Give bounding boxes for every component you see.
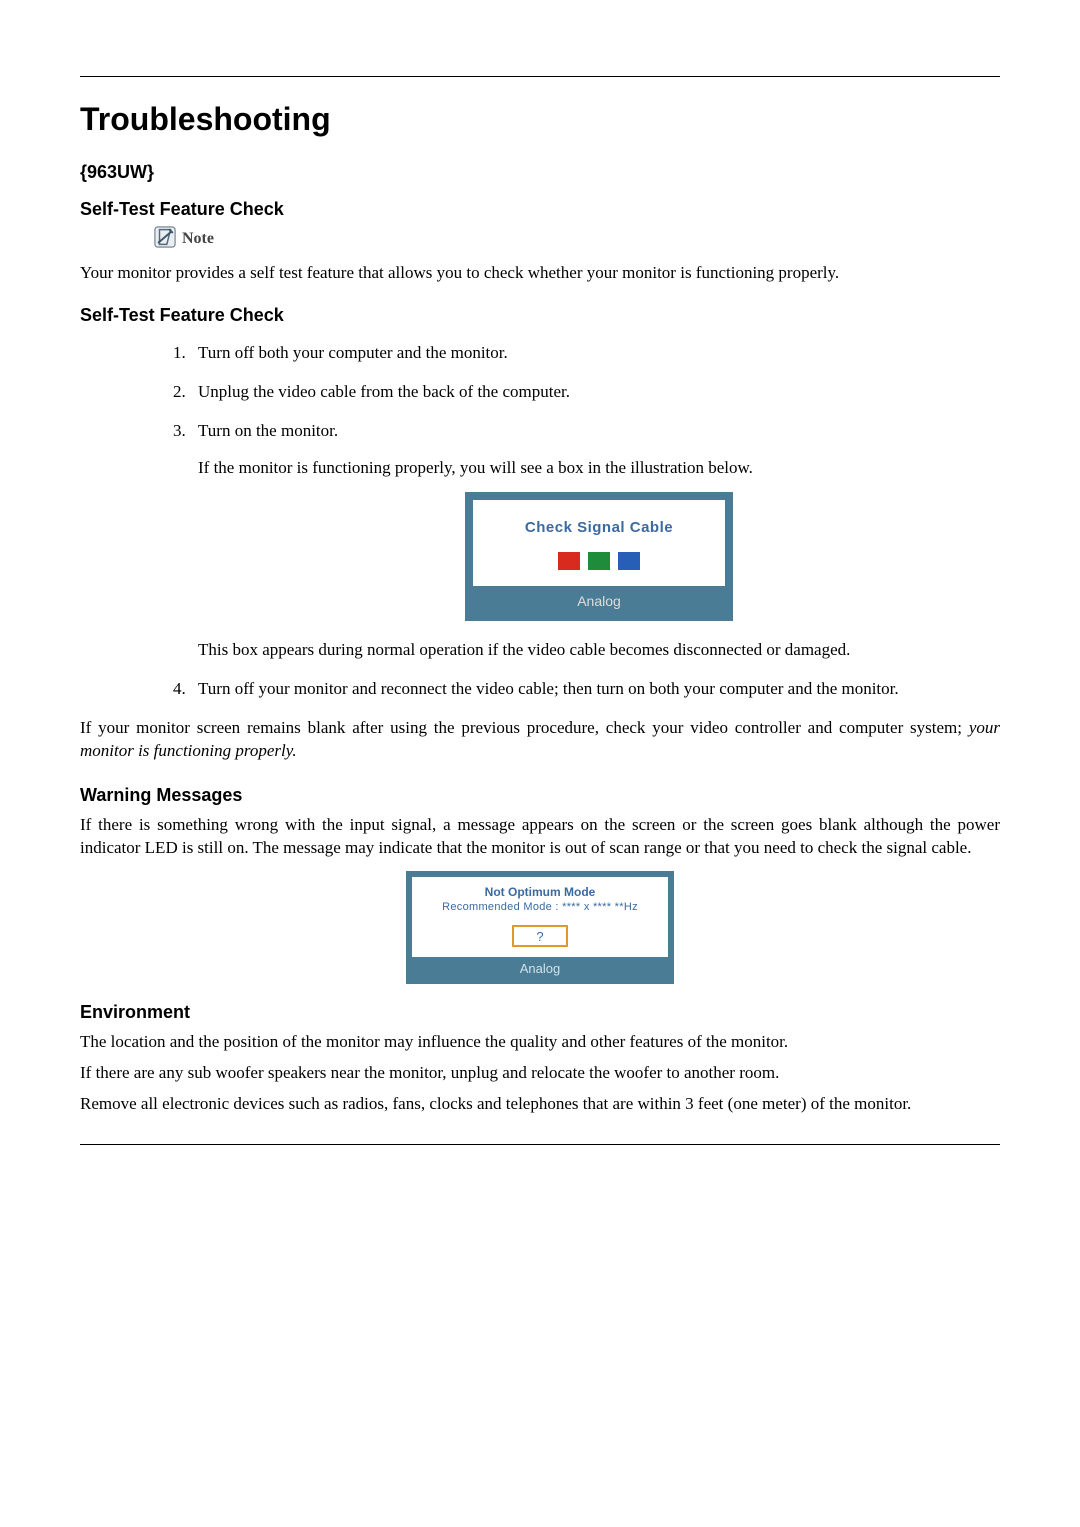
env-p1: The location and the position of the mon… <box>80 1031 1000 1054</box>
figure-not-optimum: Not Optimum Mode Recommended Mode : ****… <box>406 871 674 984</box>
note-label: Note <box>182 230 214 248</box>
osd2-panel: Not Optimum Mode Recommended Mode : ****… <box>412 877 668 957</box>
section-warning: Warning Messages <box>80 785 1000 806</box>
step-4: Turn off your monitor and reconnect the … <box>190 678 1000 701</box>
step-3-after: If the monitor is functioning properly, … <box>198 457 1000 480</box>
procedure-list: Turn off both your computer and the moni… <box>154 342 1000 701</box>
osd2-footer: Analog <box>412 957 668 978</box>
env-p2: If there are any sub woofer speakers nea… <box>80 1062 1000 1085</box>
step-1: Turn off both your computer and the moni… <box>190 342 1000 365</box>
note-body: Your monitor provides a self test featur… <box>80 262 1000 285</box>
step-3-after2: This box appears during normal operation… <box>198 639 1000 662</box>
after-steps-pre: If your monitor screen remains blank aft… <box>80 718 969 737</box>
top-rule <box>80 76 1000 77</box>
osd2-line2: Recommended Mode : **** x **** **Hz <box>418 901 662 913</box>
env-p3: Remove all electronic devices such as ra… <box>80 1093 1000 1116</box>
step-3-text: Turn on the monitor. <box>198 421 338 440</box>
page-title: Troubleshooting <box>80 101 1000 138</box>
page: Troubleshooting {963UW} Self-Test Featur… <box>0 0 1080 1225</box>
step-4-text: Turn off your monitor and reconnect the … <box>198 679 899 698</box>
figure-not-optimum-wrap: Not Optimum Mode Recommended Mode : ****… <box>80 871 1000 984</box>
osd1-panel: Check Signal Cable <box>473 500 725 586</box>
warning-body: If there is something wrong with the inp… <box>80 814 1000 860</box>
figure-check-signal-wrap: Check Signal Cable Analog <box>198 492 1000 621</box>
osd1-title: Check Signal Cable <box>479 518 719 538</box>
note-row: Note <box>154 226 1000 248</box>
swatch-green <box>588 552 610 570</box>
section-self-test-1: Self-Test Feature Check <box>80 199 1000 220</box>
figure-check-signal: Check Signal Cable Analog <box>465 492 733 621</box>
model-heading: {963UW} <box>80 162 1000 183</box>
step-1-text: Turn off both your computer and the moni… <box>198 343 508 362</box>
osd1-swatches <box>479 552 719 570</box>
step-3: Turn on the monitor. If the monitor is f… <box>190 420 1000 662</box>
note-icon <box>154 226 176 248</box>
section-self-test-2: Self-Test Feature Check <box>80 305 1000 326</box>
osd2-line1: Not Optimum Mode <box>418 885 662 899</box>
swatch-blue <box>618 552 640 570</box>
section-environment: Environment <box>80 1002 1000 1023</box>
osd1-footer: Analog <box>473 586 725 613</box>
step-2: Unplug the video cable from the back of … <box>190 381 1000 404</box>
osd2-question: ? <box>512 925 568 947</box>
after-steps-para: If your monitor screen remains blank aft… <box>80 717 1000 763</box>
swatch-red <box>558 552 580 570</box>
bottom-rule <box>80 1144 1000 1145</box>
step-2-text: Unplug the video cable from the back of … <box>198 382 570 401</box>
